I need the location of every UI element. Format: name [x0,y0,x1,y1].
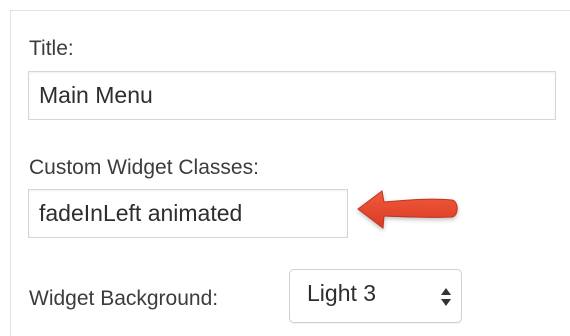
widget-background-select[interactable]: Light 3 [289,269,462,323]
title-input[interactable] [28,71,556,120]
title-label: Title: [29,37,74,60]
custom-widget-classes-input[interactable] [28,189,348,238]
updown-chevron-icon [441,288,451,306]
custom-widget-classes-label: Custom Widget Classes: [29,156,259,179]
widget-background-label: Widget Background: [29,287,219,310]
widget-background-selected-value: Light 3 [307,280,377,306]
red-arrow-left-icon [357,190,458,229]
